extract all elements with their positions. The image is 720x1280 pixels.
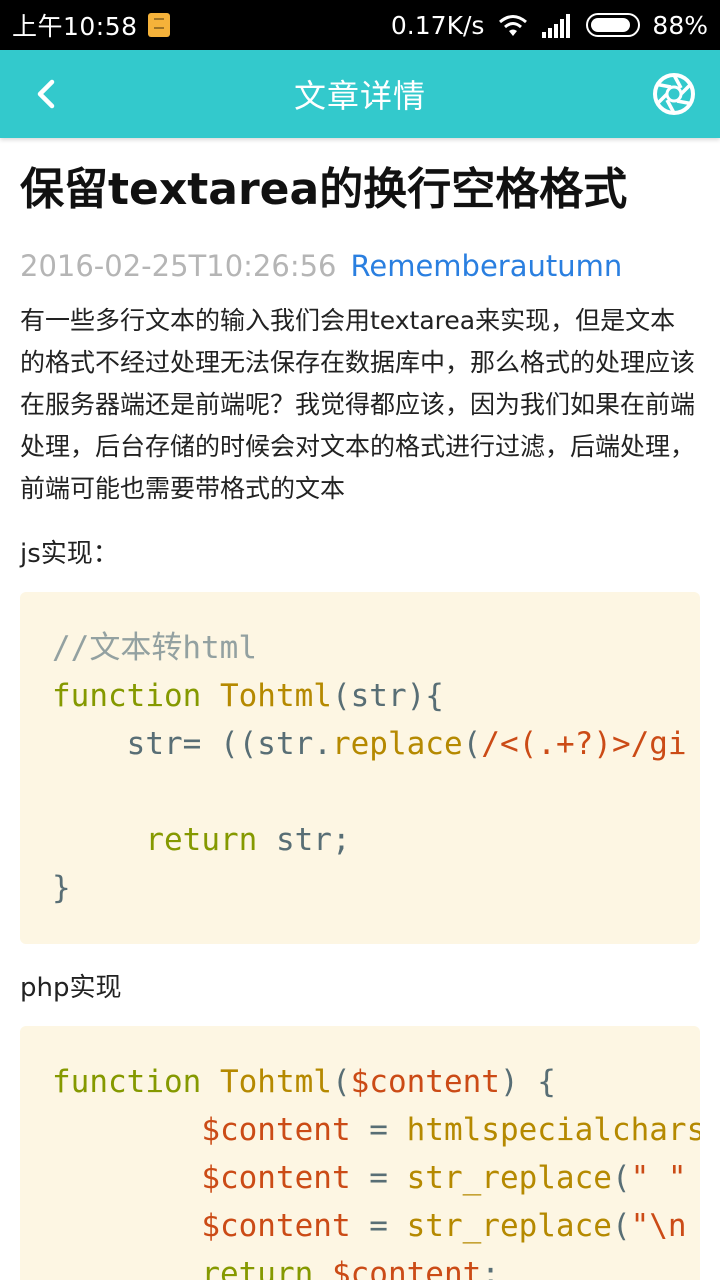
code-function-name: htmlspecialchars [406, 1112, 700, 1148]
code-comment: //文本转html [52, 630, 257, 666]
code-keyword: function [52, 1064, 202, 1100]
battery-icon [586, 13, 641, 37]
code-variable: $content [331, 1256, 482, 1280]
code-variable: $content [201, 1112, 351, 1148]
php-code-block[interactable]: function Tohtml($content) { $content = h… [20, 1026, 700, 1280]
chevron-left-icon [37, 79, 55, 109]
code-keyword: function [52, 678, 202, 714]
code-function-name: str_replace [406, 1160, 612, 1196]
code-text: ; [481, 1256, 500, 1280]
article: 保留textarea的换行空格格式 2016-02-25T10:26:56 Rem… [20, 138, 700, 1280]
code-text: ( [611, 1208, 631, 1244]
code-keyword: return [201, 1256, 314, 1280]
js-code-block[interactable]: //文本转html function Tohtml(str){ str= ((s… [20, 592, 700, 944]
article-date: 2016-02-25T10:26:56 [20, 249, 337, 283]
app-header: 文章详情 [0, 50, 720, 138]
js-section-label: js实现： [20, 539, 119, 569]
code-variable: $content [201, 1208, 351, 1244]
code-text: = [350, 1112, 407, 1148]
status-time: 上午10:58 [12, 12, 138, 41]
article-title: 保留textarea的换行空格格式 [20, 164, 628, 215]
code-text: (str){ [331, 678, 444, 714]
code-text: = [350, 1208, 407, 1244]
code-function-name: replace [331, 726, 463, 762]
code-variable: $content [201, 1160, 351, 1196]
code-function-name: Tohtml [219, 1064, 332, 1100]
battery-percent: 88% [652, 10, 708, 40]
battery-fill [591, 18, 631, 32]
status-right: 0.17K/s 88% [391, 11, 708, 40]
code-regex: /<(.+?)>/gi [481, 726, 687, 762]
code-text: str; [257, 822, 351, 858]
code-function-name: str_replace [406, 1208, 612, 1244]
status-bar: 上午10:58 0.17K/s 88% [0, 0, 720, 50]
sim-card-icon [147, 13, 170, 37]
code-text: } [52, 870, 71, 906]
page-title: 文章详情 [293, 77, 426, 115]
code-text: ( [462, 726, 482, 762]
wifi-icon [499, 15, 528, 36]
code-function-name: Tohtml [219, 678, 332, 714]
code-string: "\n [630, 1208, 687, 1244]
article-intro: 有一些多行文本的输入我们会用textarea来实现，但是文本的格式不经过处理无法… [20, 306, 696, 503]
code-variable: $content [350, 1064, 500, 1100]
code-string: " " [630, 1160, 687, 1196]
camera-shutter-icon [653, 73, 695, 115]
code-text: = [350, 1160, 407, 1196]
code-text: ) { [499, 1064, 556, 1100]
php-section-label: php实现 [20, 973, 122, 1003]
code-text: str= ((str. [52, 726, 332, 762]
article-meta: 2016-02-25T10:26:56 Rememberautumn [20, 246, 700, 286]
author-link[interactable]: Rememberautumn [351, 249, 623, 283]
code-text: ( [331, 1064, 351, 1100]
share-button[interactable] [650, 70, 698, 118]
code-text: ( [611, 1160, 631, 1196]
net-speed: 0.17K/s [390, 10, 485, 40]
signal-icon [542, 12, 574, 38]
code-keyword: return [145, 822, 258, 858]
back-button[interactable] [22, 70, 70, 118]
